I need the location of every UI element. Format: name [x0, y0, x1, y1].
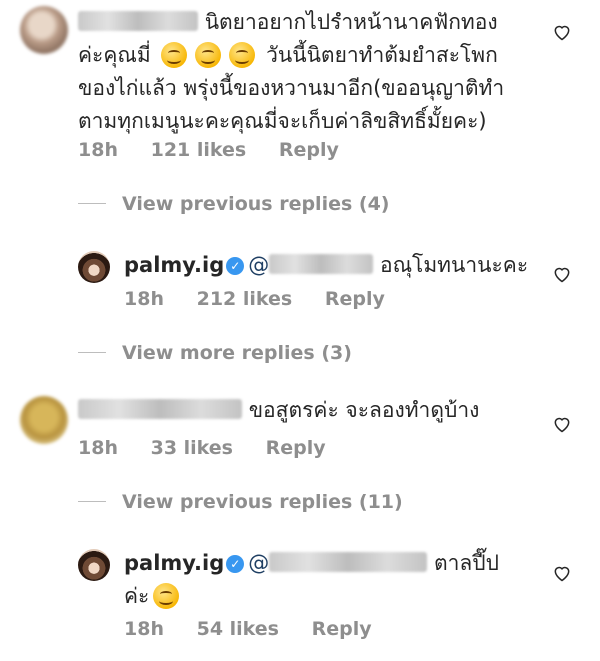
blurred-username	[269, 254, 374, 274]
timestamp: 18h	[78, 139, 118, 161]
reply-button[interactable]: Reply	[312, 618, 372, 640]
blurred-username	[269, 552, 428, 572]
reply-text: palmy.ig ✓ @ อณุโมทนานะคะ	[124, 253, 529, 277]
username[interactable]: palmy.ig	[124, 253, 224, 277]
heart-icon[interactable]	[552, 264, 572, 284]
mention[interactable]: @	[248, 253, 374, 277]
smiling-face-emoji	[153, 583, 180, 609]
smiling-face-emoji	[161, 42, 188, 68]
username[interactable]: palmy.ig	[124, 551, 224, 575]
likes-count[interactable]: 212 likes	[197, 288, 293, 310]
divider-line	[78, 352, 106, 353]
palmy-avatar[interactable]	[78, 549, 110, 581]
comment-meta: 18h 33 likes Reply	[78, 437, 352, 459]
verified-badge-icon: ✓	[226, 257, 245, 275]
reply-meta: 18h 54 likes Reply	[124, 618, 398, 640]
likes-count[interactable]: 121 likes	[151, 139, 247, 161]
likes-count[interactable]: 33 likes	[151, 437, 233, 459]
commenter-avatar[interactable]	[20, 6, 68, 54]
timestamp: 18h	[124, 618, 164, 640]
view-previous-replies-button[interactable]: View previous replies (11)	[78, 491, 403, 513]
timestamp: 18h	[78, 437, 118, 459]
likes-count[interactable]: 54 likes	[197, 618, 279, 640]
reply-button[interactable]: Reply	[325, 288, 385, 310]
blurred-username[interactable]	[78, 399, 242, 419]
reply-text: palmy.ig ✓ @ ตาลปี๊ป ค่ะ	[124, 551, 499, 609]
verified-badge-icon: ✓	[226, 555, 245, 573]
comment-meta: 18h 121 likes Reply	[78, 139, 365, 161]
comment-text: ขอสูตรค่ะ จะลองทำดูบ้าง	[78, 394, 548, 427]
mention[interactable]: @	[248, 551, 428, 575]
comment-text: นิตยาอยากไปรำหน้านาคฟักทอง ค่ะคุณมี่ วัน…	[78, 10, 505, 133]
reply-button[interactable]: Reply	[279, 139, 339, 161]
view-more-replies-button[interactable]: View more replies (3)	[78, 342, 352, 364]
heart-icon[interactable]	[552, 414, 572, 434]
smiling-face-emoji	[195, 42, 222, 68]
divider-line	[78, 203, 106, 204]
blurred-username[interactable]	[78, 11, 198, 31]
reply-button[interactable]: Reply	[266, 437, 326, 459]
palmy-avatar[interactable]	[78, 251, 110, 283]
view-previous-replies-button[interactable]: View previous replies (4)	[78, 193, 389, 215]
heart-icon[interactable]	[552, 22, 572, 42]
heart-icon[interactable]	[552, 563, 572, 583]
commenter-avatar[interactable]	[20, 396, 68, 444]
smiling-face-emoji	[229, 42, 256, 68]
timestamp: 18h	[124, 288, 164, 310]
divider-line	[78, 501, 106, 502]
reply-meta: 18h 212 likes Reply	[124, 288, 411, 310]
